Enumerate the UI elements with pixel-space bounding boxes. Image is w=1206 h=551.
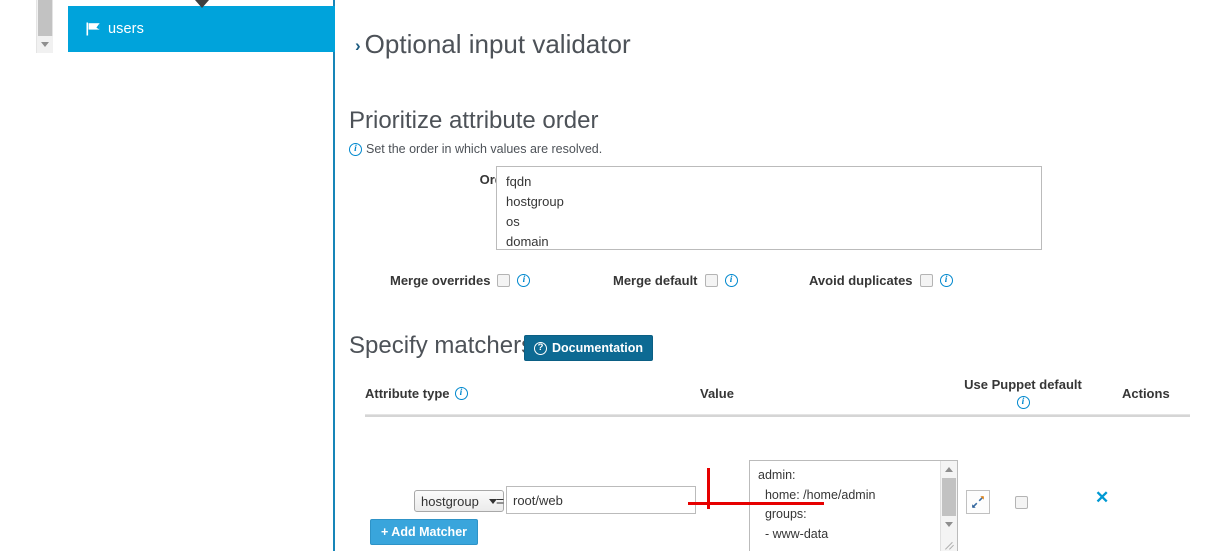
merge-overrides-group: Merge overrides i (390, 273, 531, 288)
row-divider (365, 414, 1190, 415)
column-header-use-puppet-default: Use Puppet default i (953, 376, 1093, 410)
annotation-horizontal-line (688, 502, 824, 505)
scrollbar-thumb[interactable] (942, 478, 956, 516)
merge-default-checkbox[interactable] (704, 274, 718, 287)
table-row: hostgroup = admin: home: /home/admin gro… (365, 414, 1190, 551)
use-puppet-default-checkbox[interactable] (1015, 496, 1028, 509)
info-icon: i (724, 274, 738, 287)
attribute-type-select-value: hostgroup (421, 493, 479, 509)
equals-operator: = (496, 493, 505, 509)
merge-default-group: Merge default i (613, 273, 738, 288)
scrollbar-up-arrow-icon[interactable] (941, 461, 957, 478)
order-textarea[interactable]: fqdn hostgroup os domain (496, 166, 1042, 250)
documentation-button[interactable]: ? Documentation (524, 335, 653, 361)
matcher-value-box: admin: home: /home/admin groups: - www-d… (749, 460, 958, 551)
expand-editor-button[interactable] (966, 490, 990, 514)
column-header-attribute-type-label: Attribute type (365, 386, 450, 401)
dropdown-caret-icon (195, 0, 209, 8)
specify-matchers-title: Specify matchers (349, 332, 534, 359)
attribute-value-input[interactable] (506, 486, 696, 514)
flag-icon (86, 22, 101, 36)
add-matcher-button[interactable]: + Add Matcher (370, 519, 479, 545)
info-icon: i (1016, 396, 1030, 410)
prioritize-help-text-row: i Set the order in which values are reso… (349, 142, 602, 156)
chevron-right-icon: › (355, 36, 361, 55)
documentation-button-label: Documentation (552, 341, 643, 355)
column-header-actions: Actions (1122, 386, 1170, 401)
question-mark-icon: ? (534, 341, 547, 355)
expand-arrows-icon (972, 496, 984, 508)
column-header-use-puppet-default-label: Use Puppet default (964, 377, 1082, 392)
avoid-duplicates-label: Avoid duplicates (809, 273, 913, 288)
scrollbar-down-arrow-icon[interactable] (37, 36, 53, 53)
delete-matcher-icon[interactable]: ✕ (1095, 489, 1109, 506)
avoid-duplicates-group: Avoid duplicates i (809, 273, 953, 288)
sidebar-item-label: users (108, 21, 144, 37)
info-icon: i (517, 274, 531, 287)
merge-options-row: Merge overrides i Merge default i Avoid … (337, 273, 1206, 295)
merge-overrides-label: Merge overrides (390, 273, 491, 288)
resize-grip-icon[interactable] (944, 538, 956, 550)
merge-default-label: Merge default (613, 273, 698, 288)
prioritize-help-text: Set the order in which values are resolv… (366, 142, 603, 156)
left-navigation-pane: users (0, 0, 335, 551)
matcher-value-textarea[interactable]: admin: home: /home/admin groups: - www-d… (750, 461, 940, 551)
avoid-duplicates-checkbox[interactable] (919, 274, 933, 287)
merge-overrides-checkbox[interactable] (497, 274, 511, 287)
scrollbar-thumb[interactable] (38, 0, 52, 36)
column-header-attribute-type: Attribute type i (365, 386, 468, 401)
main-content: › Optional input validator Prioritize at… (337, 0, 1206, 551)
optional-input-validator-toggle[interactable]: › Optional input validator (355, 29, 631, 60)
attribute-type-select[interactable]: hostgroup (414, 490, 504, 512)
info-icon: i (454, 387, 468, 400)
optional-input-validator-title: Optional input validator (364, 29, 631, 59)
column-header-value: Value (700, 386, 734, 401)
info-icon: i (939, 274, 953, 287)
info-icon: i (349, 142, 362, 156)
matchers-table-header: Attribute type i Value Use Puppet defaul… (365, 376, 1190, 417)
scrollbar-down-arrow-icon[interactable] (941, 516, 957, 533)
sidebar-item-users[interactable]: users (68, 6, 335, 52)
sidebar-vertical-scrollbar[interactable] (36, 0, 53, 53)
app-window: users › Optional input validator Priorit… (0, 0, 1206, 551)
prioritize-attribute-order-title: Prioritize attribute order (349, 107, 599, 134)
